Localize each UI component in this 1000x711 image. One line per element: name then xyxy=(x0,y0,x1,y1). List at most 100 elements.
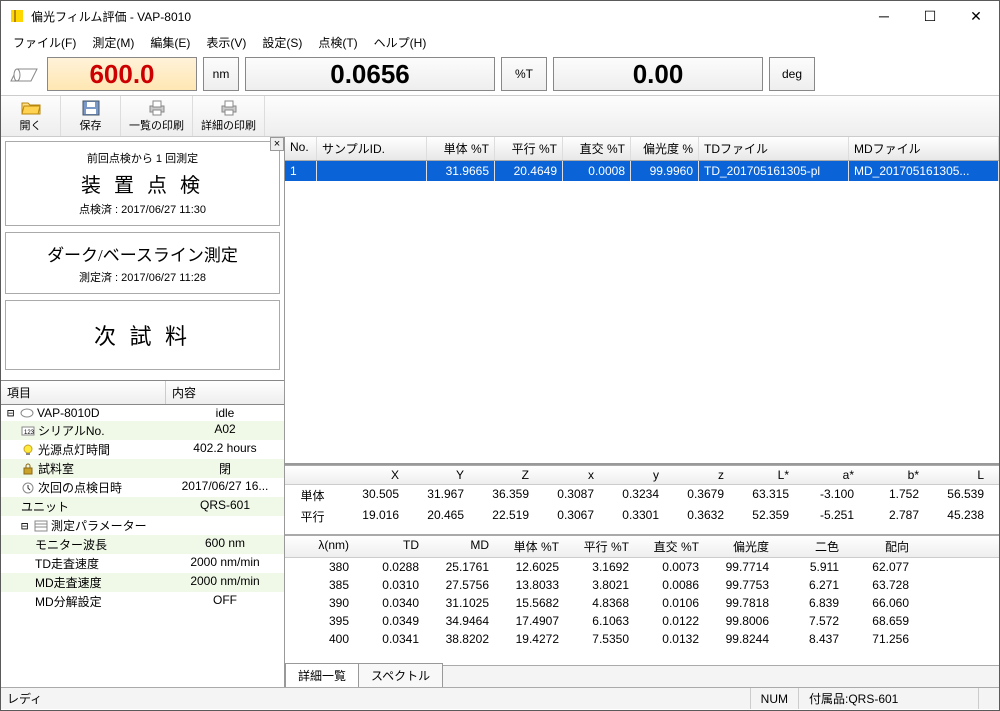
property-row[interactable]: MD走査速度2000 nm/min xyxy=(1,573,284,592)
clock-icon xyxy=(21,482,35,494)
spectrum-grid[interactable]: λ(nm)TDMD単体 %T平行 %T直交 %T偏光度二色配向 3800.028… xyxy=(285,535,999,665)
tree-toggle-icon[interactable]: ⊟ xyxy=(21,519,31,533)
spec-cell: 0.0086 xyxy=(635,576,705,594)
col-single-t[interactable]: 単体 %T xyxy=(427,137,495,160)
spec-cell: 0.0341 xyxy=(355,630,425,648)
color-cell: 20.465 xyxy=(405,506,470,527)
menu-settings[interactable]: 設定(S) xyxy=(254,32,310,53)
wizard-step-next-sample[interactable]: 次 試 料 xyxy=(5,300,280,370)
minimize-button[interactable]: ─ xyxy=(861,1,907,31)
spec-col-header[interactable]: TD xyxy=(355,536,425,557)
tab-detail-list[interactable]: 詳細一覧 xyxy=(285,663,359,687)
menu-edit[interactable]: 編集(E) xyxy=(142,32,198,53)
tab-spectrum[interactable]: スペクトル xyxy=(358,663,443,687)
col-no[interactable]: No. xyxy=(285,137,317,160)
print-detail-button[interactable]: 詳細の印刷 xyxy=(193,96,265,136)
spec-col-header[interactable]: 直交 %T xyxy=(635,536,705,557)
menu-file[interactable]: ファイル(F) xyxy=(5,32,84,53)
menu-inspect[interactable]: 点検(T) xyxy=(310,32,365,53)
cell-polarization: 99.9960 xyxy=(631,161,699,181)
spec-col-header[interactable]: 配向 xyxy=(845,536,915,557)
transmittance-unit[interactable]: %T xyxy=(501,57,547,91)
spec-col-header[interactable]: 単体 %T xyxy=(495,536,565,557)
spec-cell: 4.8368 xyxy=(565,594,635,612)
color-col-header[interactable]: Y xyxy=(405,466,470,484)
property-row[interactable]: ⊟VAP-8010Didle xyxy=(1,405,284,421)
spec-row[interactable]: 3850.031027.575613.80333.80210.008699.77… xyxy=(285,576,999,594)
spec-row[interactable]: 4000.034138.820219.42727.53500.013299.82… xyxy=(285,630,999,648)
color-col-header[interactable]: L* xyxy=(730,466,795,484)
status-accessory: 付属品:QRS-601 xyxy=(798,688,978,709)
col-parallel-t[interactable]: 平行 %T xyxy=(495,137,563,160)
app-icon xyxy=(9,8,25,24)
property-header: 項目 内容 xyxy=(1,380,284,405)
color-col-header[interactable]: L xyxy=(925,466,990,484)
spec-row[interactable]: 3900.034031.102515.56824.83680.010699.78… xyxy=(285,594,999,612)
color-row[interactable]: 平行19.01620.46522.5190.30670.33010.363252… xyxy=(285,506,999,527)
cell-single-t: 31.9665 xyxy=(427,161,495,181)
property-row[interactable]: 試料室閉 xyxy=(1,459,284,478)
wizard-subtext: 前回点検から 1 回測定 xyxy=(10,150,275,166)
menu-view[interactable]: 表示(V) xyxy=(198,32,254,53)
property-row[interactable]: MD分解設定OFF xyxy=(1,592,284,611)
property-row[interactable]: モニター波長600 nm xyxy=(1,535,284,554)
spec-cell: 19.4272 xyxy=(495,630,565,648)
spec-cell: 68.659 xyxy=(845,612,915,630)
property-row[interactable]: TD走査速度2000 nm/min xyxy=(1,554,284,573)
property-row[interactable]: ⊟測定パラメーター xyxy=(1,516,284,535)
print-detail-label: 詳細の印刷 xyxy=(201,117,256,133)
spec-cell: 395 xyxy=(285,612,355,630)
maximize-button[interactable]: ☐ xyxy=(907,1,953,31)
color-col-header[interactable]: X xyxy=(340,466,405,484)
spec-col-header[interactable]: 平行 %T xyxy=(565,536,635,557)
panel-close-button[interactable]: × xyxy=(270,137,284,151)
color-cell: 45.238 xyxy=(925,506,990,527)
wizard-step-baseline[interactable]: ダーク/ベースライン測定 測定済 : 2017/06/27 11:28 xyxy=(5,232,280,294)
sample-grid-body[interactable] xyxy=(285,181,999,463)
close-button[interactable]: ✕ xyxy=(953,1,999,31)
serial-icon: 123 xyxy=(21,425,35,437)
resize-grip[interactable] xyxy=(978,688,999,709)
color-col-header[interactable]: b* xyxy=(860,466,925,484)
save-button[interactable]: 保存 xyxy=(61,96,121,136)
color-row[interactable]: 単体30.50531.96736.3590.30870.32340.367963… xyxy=(285,485,999,506)
property-row[interactable]: ユニットQRS-601 xyxy=(1,497,284,516)
spec-col-header[interactable]: 二色 xyxy=(775,536,845,557)
color-col-header[interactable] xyxy=(285,466,340,484)
col-md-file[interactable]: MDファイル xyxy=(849,137,999,160)
color-col-header[interactable]: Z xyxy=(470,466,535,484)
print-list-button[interactable]: 一覧の印刷 xyxy=(121,96,193,136)
property-row[interactable]: 光源点灯時間402.2 hours xyxy=(1,440,284,459)
cell-sample-id xyxy=(317,161,427,181)
col-cross-t[interactable]: 直交 %T xyxy=(563,137,631,160)
menu-help[interactable]: ヘルプ(H) xyxy=(366,32,435,53)
spec-col-header[interactable]: 偏光度 xyxy=(705,536,775,557)
spec-row[interactable]: 3950.034934.946417.49076.10630.012299.80… xyxy=(285,612,999,630)
col-td-file[interactable]: TDファイル xyxy=(699,137,849,160)
color-col-header[interactable]: a* xyxy=(795,466,860,484)
color-cell: 0.3234 xyxy=(600,485,665,506)
color-col-header[interactable]: z xyxy=(665,466,730,484)
tree-toggle-icon[interactable]: ⊟ xyxy=(7,406,17,420)
property-row[interactable]: 123シリアルNo.A02 xyxy=(1,421,284,440)
wizard-title: 次 試 料 xyxy=(10,319,275,351)
spec-row[interactable]: 3800.028825.176112.60253.16920.007399.77… xyxy=(285,558,999,576)
spec-col-header[interactable]: MD xyxy=(425,536,495,557)
prop-head-item: 項目 xyxy=(1,381,166,404)
col-sample-id[interactable]: サンプルID. xyxy=(317,137,427,160)
spec-col-header[interactable]: λ(nm) xyxy=(285,536,355,557)
sample-grid-row[interactable]: 1 31.9665 20.4649 0.0008 99.9960 TD_2017… xyxy=(285,161,999,181)
color-col-header[interactable]: y xyxy=(600,466,665,484)
spec-cell: 99.8006 xyxy=(705,612,775,630)
col-polarization[interactable]: 偏光度 % xyxy=(631,137,699,160)
cell-td-file: TD_201705161305-pl xyxy=(699,161,849,181)
spec-cell: 0.0349 xyxy=(355,612,425,630)
wizard-step-inspection[interactable]: 前回点検から 1 回測定 装 置 点 検 点検済 : 2017/06/27 11… xyxy=(5,141,280,226)
open-button[interactable]: 開く xyxy=(1,96,61,136)
spec-cell: 7.572 xyxy=(775,612,845,630)
property-row[interactable]: 次回の点検日時2017/06/27 16... xyxy=(1,478,284,497)
menu-measure[interactable]: 測定(M) xyxy=(84,32,142,53)
color-col-header[interactable]: x xyxy=(535,466,600,484)
spec-cell: 62.077 xyxy=(845,558,915,576)
window-buttons: ─ ☐ ✕ xyxy=(861,1,999,31)
